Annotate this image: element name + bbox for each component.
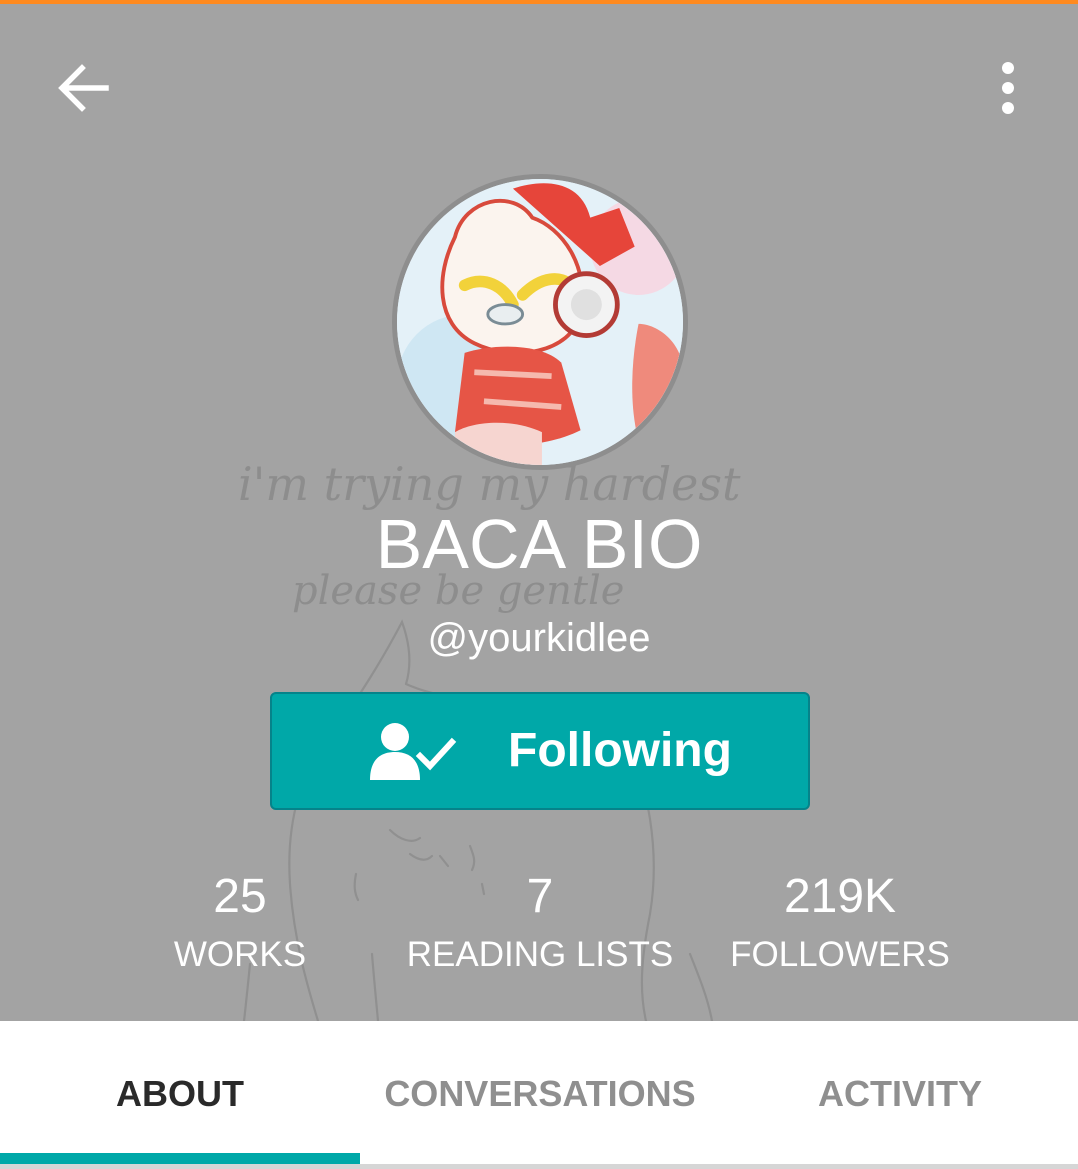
profile-header: i'm trying my hardest please be gentle B…: [0, 4, 1078, 1021]
stat-works[interactable]: 25 WORKS: [90, 866, 390, 978]
stat-works-value: 25: [213, 870, 267, 923]
arrow-left-icon: [58, 64, 109, 112]
more-vertical-icon: [1002, 62, 1014, 114]
sketch-text-line-1: i'm trying my hardest: [238, 457, 741, 511]
tab-activity[interactable]: ACTIVITY: [720, 1021, 1078, 1169]
overflow-menu-button[interactable]: [980, 56, 1036, 120]
username: @yourkidlee: [427, 616, 651, 660]
stat-followers[interactable]: 219K FOLLOWERS: [690, 866, 990, 978]
back-button[interactable]: [52, 56, 116, 120]
profile-avatar-image: [397, 179, 683, 465]
stat-reading-lists-label: READING LISTS: [406, 935, 674, 974]
stat-works-label: WORKS: [173, 935, 307, 974]
active-tab-indicator: [0, 1153, 360, 1164]
stat-followers-label: FOLLOWERS: [730, 935, 950, 974]
stat-followers-value: 219K: [783, 870, 897, 923]
profile-tabs: ABOUT CONVERSATIONS ACTIVITY: [0, 1021, 1078, 1169]
tab-conversations[interactable]: CONVERSATIONS: [360, 1021, 720, 1169]
tabs-divider: [0, 1164, 1078, 1169]
following-button-label: Following: [508, 724, 732, 777]
tab-about[interactable]: ABOUT: [0, 1021, 360, 1169]
display-name: BACA BIO: [375, 505, 703, 583]
following-button[interactable]: Following: [270, 692, 810, 810]
stat-reading-lists[interactable]: 7 READING LISTS: [390, 866, 690, 978]
profile-avatar[interactable]: [392, 174, 688, 470]
person-check-icon: [370, 723, 457, 780]
stat-reading-lists-value: 7: [526, 870, 554, 923]
